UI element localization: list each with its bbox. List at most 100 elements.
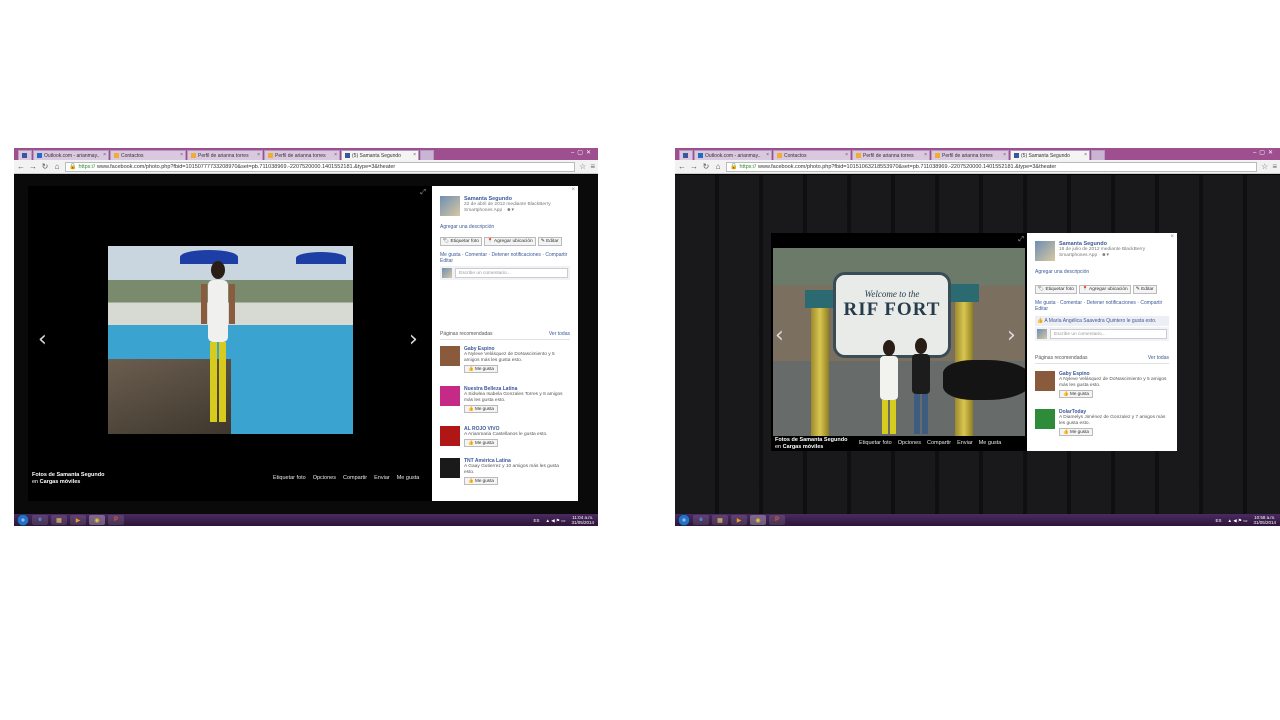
page-thumbnail[interactable] <box>1035 371 1055 391</box>
tab-samanta-segundo[interactable]: (5) Samanta Segundo × <box>1010 150 1090 160</box>
stop-notifications-link[interactable]: Detener notificaciones <box>1086 300 1135 306</box>
menu-icon[interactable]: ≡ <box>1272 162 1277 171</box>
tab-facebook-pinned[interactable] <box>18 150 32 160</box>
forward-icon[interactable]: → <box>690 162 698 172</box>
privacy-icon[interactable]: ☻▾ <box>1101 253 1108 258</box>
tab-perfil-1[interactable]: Perfil de arianna torres × <box>187 150 263 160</box>
close-icon[interactable]: × <box>180 152 183 158</box>
like-page-button[interactable]: 👍 Me gusta <box>464 365 498 373</box>
like-page-button[interactable]: 👍 Me gusta <box>464 477 498 485</box>
bookmark-star-icon[interactable]: ☆ <box>579 162 586 171</box>
photo-image[interactable]: Welcome to the RIF FORT <box>773 248 1025 436</box>
previous-photo-icon[interactable]: ‹ <box>38 329 47 351</box>
avatar[interactable] <box>440 196 460 216</box>
home-icon[interactable]: ⌂ <box>53 162 61 172</box>
close-icon[interactable]: × <box>1003 152 1006 158</box>
like-link[interactable]: Me gusta <box>397 475 420 481</box>
like-page-button[interactable]: 👍 Me gusta <box>1059 428 1093 436</box>
chrome-icon[interactable]: ◉ <box>750 515 766 525</box>
photo-image[interactable] <box>108 246 353 434</box>
powerpoint-icon[interactable]: P <box>769 515 785 525</box>
media-player-icon[interactable]: ▶ <box>731 515 747 525</box>
clock[interactable]: 10:58 a.m. 31/05/2014 <box>1253 515 1276 525</box>
address-bar[interactable]: 🔒 https://www.facebook.com/photo.php?fbi… <box>726 161 1258 172</box>
back-icon[interactable]: ← <box>17 162 25 172</box>
like-link[interactable]: Me gusta <box>979 440 1002 446</box>
share-link[interactable]: Compartir <box>545 252 567 258</box>
edit-button[interactable]: ✎ Editar <box>537 237 562 246</box>
close-icon[interactable]: × <box>103 152 106 158</box>
edit-button[interactable]: ✎ Editar <box>1132 285 1157 294</box>
tab-contactos[interactable]: Contactos × <box>110 150 186 160</box>
chrome-icon[interactable]: ◉ <box>89 515 105 525</box>
close-icon[interactable]: × <box>257 152 260 158</box>
album-link[interactable]: Cargas móviles <box>40 479 81 485</box>
options-link[interactable]: Opciones <box>313 475 336 481</box>
tab-facebook-pinned[interactable] <box>679 150 693 160</box>
ie-icon[interactable]: e <box>32 515 48 525</box>
page-thumbnail[interactable] <box>440 386 460 406</box>
window-controls[interactable]: –▢✕ <box>1253 149 1276 156</box>
new-tab-button[interactable] <box>420 150 434 160</box>
powerpoint-icon[interactable]: P <box>108 515 124 525</box>
tag-photo-button[interactable]: 🏷 Etiquetar foto <box>1035 285 1077 294</box>
close-icon[interactable]: × <box>1170 234 1174 240</box>
folder-icon[interactable]: ▦ <box>51 515 67 525</box>
back-icon[interactable]: ← <box>678 162 686 172</box>
share-link[interactable]: Compartir <box>343 475 367 481</box>
like-page-button[interactable]: 👍 Me gusta <box>464 405 498 413</box>
close-icon[interactable]: × <box>413 152 416 158</box>
see-all-link[interactable]: Ver todas <box>1148 355 1169 361</box>
address-bar[interactable]: 🔒 https://www.facebook.com/photo.php?fbi… <box>65 161 576 172</box>
avatar[interactable] <box>1035 241 1055 261</box>
tab-outlook[interactable]: Outlook.com - arianmay.. × <box>694 150 772 160</box>
stop-notifications-link[interactable]: Detener notificaciones <box>491 252 540 258</box>
privacy-icon[interactable]: ☻▾ <box>506 208 513 213</box>
share-link[interactable]: Compartir <box>1140 300 1162 306</box>
start-button-icon[interactable] <box>678 514 690 526</box>
album-link[interactable]: Cargas móviles <box>783 444 824 450</box>
send-link[interactable]: Enviar <box>957 440 973 446</box>
ie-icon[interactable]: e <box>693 515 709 525</box>
next-photo-icon[interactable]: › <box>409 329 418 351</box>
reload-icon[interactable]: ↻ <box>41 162 49 172</box>
close-icon[interactable]: × <box>334 152 337 158</box>
language-indicator[interactable]: ES <box>1216 518 1222 523</box>
comment-link[interactable]: Comentar <box>465 252 487 258</box>
page-thumbnail[interactable] <box>440 426 460 446</box>
next-photo-icon[interactable]: › <box>1007 325 1016 347</box>
comment-input[interactable]: Escribe un comentario... <box>1050 329 1167 339</box>
tag-photo-button[interactable]: 🏷 Etiquetar foto <box>440 237 482 246</box>
forward-icon[interactable]: → <box>29 162 37 172</box>
fullscreen-icon[interactable]: ⤢ <box>1018 236 1024 244</box>
fullscreen-icon[interactable]: ⤢ <box>420 189 426 197</box>
tab-outlook[interactable]: Outlook.com - arianmay.. × <box>33 150 109 160</box>
edit-link[interactable]: Editar <box>440 258 453 264</box>
new-tab-button[interactable] <box>1091 150 1105 160</box>
tab-contactos[interactable]: Contactos × <box>773 150 851 160</box>
window-controls[interactable]: –▢✕ <box>571 149 594 156</box>
options-link[interactable]: Opciones <box>898 440 921 446</box>
send-link[interactable]: Enviar <box>374 475 390 481</box>
tab-perfil-2[interactable]: Perfil de arianna torres × <box>931 150 1009 160</box>
share-link[interactable]: Compartir <box>927 440 951 446</box>
media-player-icon[interactable]: ▶ <box>70 515 86 525</box>
tab-samanta-segundo[interactable]: (5) Samanta Segundo × <box>341 150 419 160</box>
comment-input[interactable]: Escribe un comentario... <box>455 268 568 278</box>
tag-photo-link[interactable]: Etiquetar foto <box>273 475 306 481</box>
comment-link[interactable]: Comentar <box>1060 300 1082 306</box>
tray-icons[interactable]: ▲ ◀ ⚑ ▭ <box>1228 518 1248 523</box>
add-location-button[interactable]: 📍 Agregar ubicación <box>483 237 536 246</box>
language-indicator[interactable]: ES <box>534 518 540 523</box>
add-description-link[interactable]: Agregar una descripción <box>440 224 494 230</box>
like-page-button[interactable]: 👍 Me gusta <box>1059 390 1093 398</box>
close-icon[interactable]: × <box>924 152 927 158</box>
menu-icon[interactable]: ≡ <box>590 162 595 171</box>
close-icon[interactable]: × <box>766 152 769 158</box>
close-icon[interactable]: × <box>1084 152 1087 158</box>
page-thumbnail[interactable] <box>440 458 460 478</box>
bookmark-star-icon[interactable]: ☆ <box>1261 162 1268 171</box>
page-thumbnail[interactable] <box>440 346 460 366</box>
clock[interactable]: 11:04 a.m. 31/05/2014 <box>571 515 594 525</box>
page-thumbnail[interactable] <box>1035 409 1055 429</box>
